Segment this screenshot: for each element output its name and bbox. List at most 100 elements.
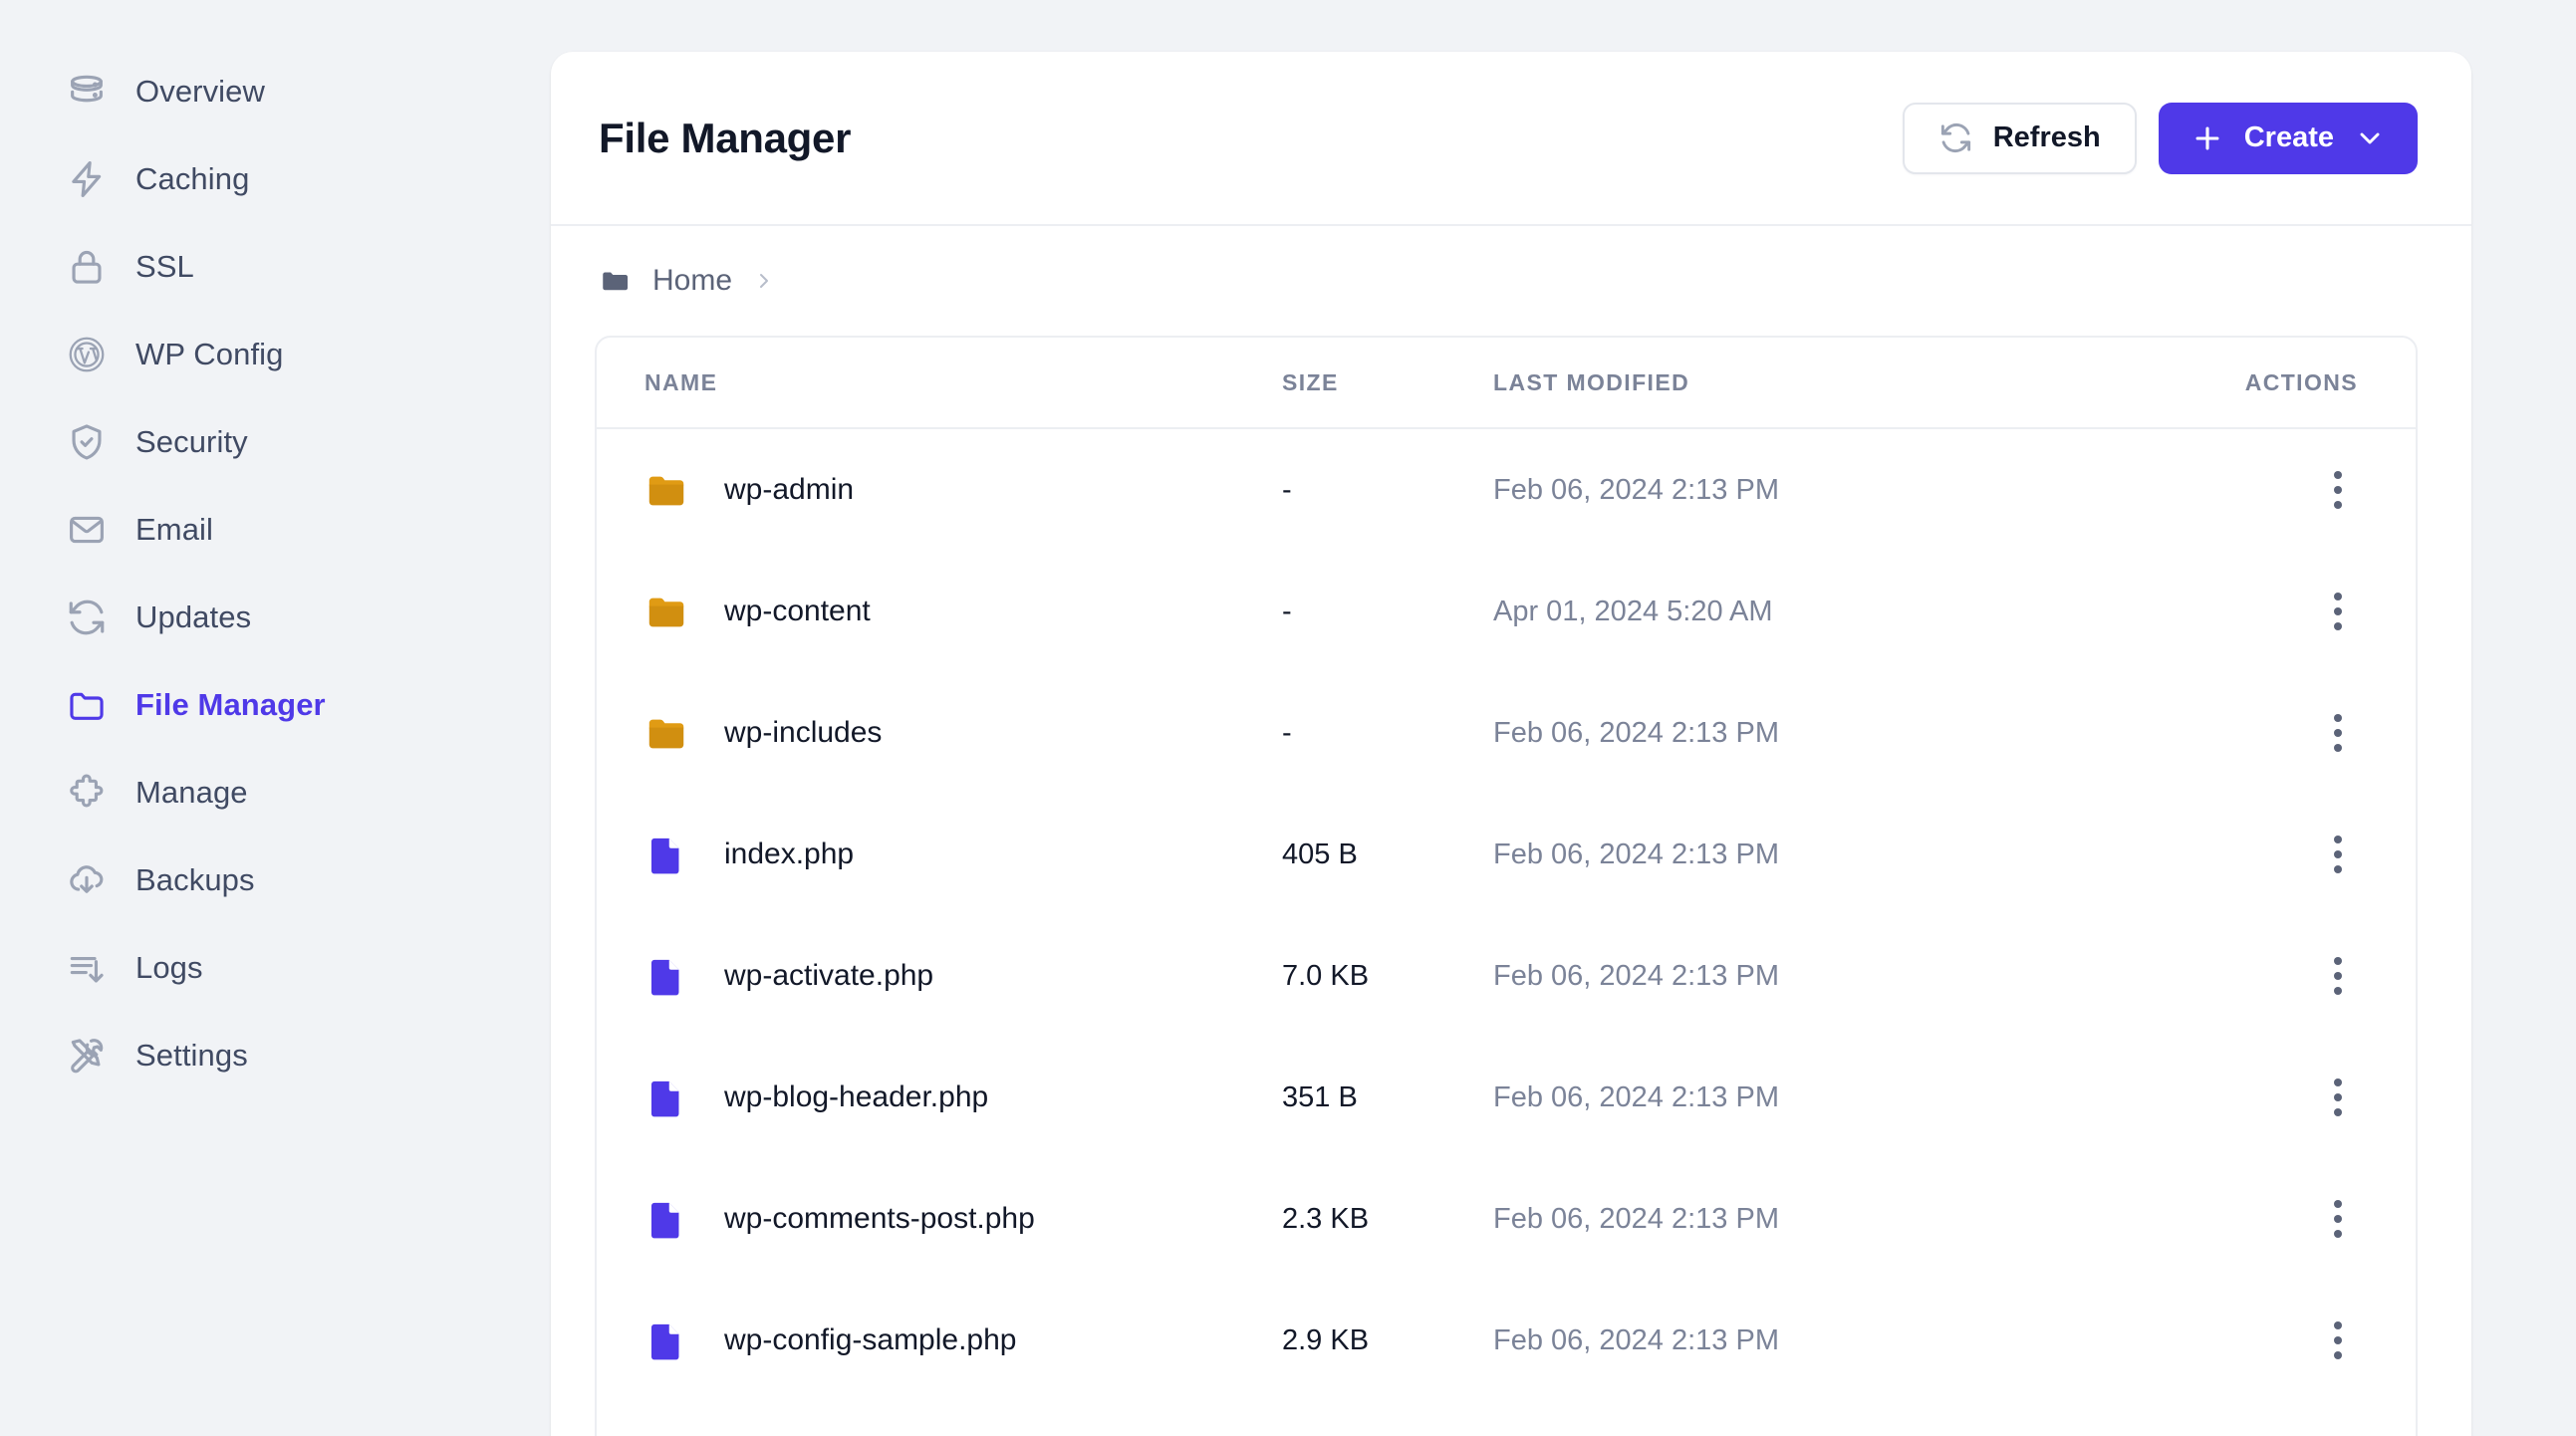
sidebar-item-label: Logs [135, 950, 203, 985]
column-header-actions: ACTIONS [2244, 368, 2358, 395]
card-header: File Manager Refresh Create [551, 52, 2471, 226]
column-header-name: NAME [644, 368, 718, 395]
file-name[interactable]: wp-content [724, 595, 871, 628]
sidebar-item-label: SSL [135, 249, 194, 284]
kebab-menu-icon[interactable] [2318, 1190, 2358, 1248]
column-header-size: SIZE [1282, 368, 1339, 395]
chevron-right-icon [752, 269, 776, 293]
file-icon [644, 833, 688, 876]
log-lines-icon [66, 947, 108, 989]
sidebar-item-label: Email [135, 512, 214, 547]
refresh-button[interactable]: Refresh [1902, 102, 2137, 174]
sidebar-item-label: Caching [135, 161, 250, 196]
file-last-modified: Feb 06, 2024 2:13 PM [1493, 838, 1779, 870]
kebab-menu-icon[interactable] [2318, 461, 2358, 519]
refresh-icon [1938, 120, 1973, 155]
server-icon [66, 71, 108, 113]
file-size: 7.0 KB [1282, 959, 1370, 992]
sidebar-item-wp-config[interactable]: WP Config [0, 311, 551, 398]
kebab-menu-icon[interactable] [2318, 1312, 2358, 1369]
sidebar-item-file-manager[interactable]: File Manager [0, 661, 551, 749]
table-row[interactable]: wp-config-sample.php 2.9 KB Feb 06, 2024 2… [597, 1280, 2416, 1401]
kebab-menu-icon[interactable] [2318, 1069, 2358, 1126]
sidebar: Overview Caching SSL WP Config Security Email… [0, 0, 551, 1436]
sidebar-item-label: File Manager [135, 687, 326, 722]
bolt-icon [66, 158, 108, 200]
file-icon [644, 1318, 688, 1362]
kebab-menu-icon[interactable] [2318, 826, 2358, 883]
table-row[interactable]: index.php 405 B Feb 06, 2024 2:13 PM [597, 794, 2416, 915]
table-row[interactable]: wp-activate.php 7.0 KB Feb 06, 2024 2:13 P… [597, 915, 2416, 1037]
table-row[interactable]: wp-blog-header.php 351 B Feb 06, 2024 2:13… [597, 1037, 2416, 1158]
page-title: File Manager [599, 114, 852, 161]
table-row[interactable]: wp-content - Apr 01, 2024 5:20 AM [597, 551, 2416, 672]
table-row[interactable]: wp-comments-post.php 2.3 KB Feb 06, 2024 2… [597, 1158, 2416, 1280]
sidebar-item-caching[interactable]: Caching [0, 135, 551, 223]
kebab-menu-icon[interactable] [2318, 583, 2358, 640]
file-size: - [1282, 716, 1292, 749]
main-content: File Manager Refresh Create Home NAME SI… [551, 0, 2576, 1436]
file-name[interactable]: wp-comments-post.php [724, 1202, 1035, 1236]
table-row[interactable]: wp-admin - Feb 06, 2024 2:13 PM [597, 429, 2416, 551]
sidebar-item-overview[interactable]: Overview [0, 48, 551, 135]
plus-icon [2190, 121, 2224, 155]
table-row[interactable]: wp-includes - Feb 06, 2024 2:13 PM [597, 672, 2416, 794]
sidebar-item-label: Backups [135, 862, 255, 897]
file-last-modified: Feb 06, 2024 2:13 PM [1493, 1323, 1779, 1356]
file-last-modified: Feb 06, 2024 2:13 PM [1493, 1202, 1779, 1235]
file-size: 2.9 KB [1282, 1323, 1370, 1356]
sidebar-item-security[interactable]: Security [0, 398, 551, 486]
create-button[interactable]: Create [2158, 102, 2418, 174]
file-size: - [1282, 595, 1292, 627]
kebab-menu-icon[interactable] [2318, 947, 2358, 1005]
table-body: wp-admin - Feb 06, 2024 2:13 PM wp-content -… [597, 429, 2416, 1401]
sidebar-item-label: Overview [135, 74, 265, 109]
file-size: 405 B [1282, 838, 1358, 870]
envelope-icon [66, 509, 108, 551]
wordpress-icon [66, 334, 108, 375]
breadcrumb-item-home[interactable]: Home [652, 264, 732, 298]
file-name[interactable]: wp-blog-header.php [724, 1080, 988, 1114]
sidebar-item-ssl[interactable]: SSL [0, 223, 551, 311]
file-name[interactable]: wp-includes [724, 716, 882, 750]
sidebar-item-settings[interactable]: Settings [0, 1012, 551, 1099]
sidebar-item-backups[interactable]: Backups [0, 837, 551, 924]
file-icon [644, 1076, 688, 1119]
file-last-modified: Feb 06, 2024 2:13 PM [1493, 959, 1779, 992]
file-table: NAME SIZE LAST MODIFIED ACTIONS wp-admin… [595, 336, 2418, 1436]
sidebar-item-manage[interactable]: Manage [0, 749, 551, 837]
file-icon [644, 954, 688, 998]
lock-icon [66, 246, 108, 288]
file-last-modified: Feb 06, 2024 2:13 PM [1493, 473, 1779, 506]
file-name[interactable]: wp-admin [724, 473, 854, 507]
file-last-modified: Feb 06, 2024 2:13 PM [1493, 1080, 1779, 1113]
breadcrumb: Home [551, 226, 2471, 336]
cloud-download-icon [66, 859, 108, 901]
sidebar-item-label: WP Config [135, 337, 284, 371]
chevron-down-icon[interactable] [2354, 122, 2386, 154]
table-header-row: NAME SIZE LAST MODIFIED ACTIONS [597, 338, 2416, 429]
sidebar-item-updates[interactable]: Updates [0, 574, 551, 661]
tools-icon [66, 1035, 108, 1077]
file-last-modified: Feb 06, 2024 2:13 PM [1493, 716, 1779, 749]
file-icon [644, 1197, 688, 1241]
file-size: 351 B [1282, 1080, 1358, 1113]
sidebar-item-label: Manage [135, 775, 248, 810]
sidebar-item-label: Settings [135, 1038, 248, 1073]
folder-icon [644, 468, 688, 512]
sidebar-item-email[interactable]: Email [0, 486, 551, 574]
file-last-modified: Apr 01, 2024 5:20 AM [1493, 595, 1773, 627]
file-size: 2.3 KB [1282, 1202, 1370, 1235]
folder-solid-icon [599, 264, 633, 298]
file-name[interactable]: index.php [724, 838, 854, 871]
refresh-icon [66, 597, 108, 638]
file-name[interactable]: wp-activate.php [724, 959, 933, 993]
sidebar-item-label: Updates [135, 599, 252, 634]
file-name[interactable]: wp-config-sample.php [724, 1323, 1016, 1357]
column-header-last-modified: LAST MODIFIED [1493, 368, 1690, 395]
puzzle-icon [66, 772, 108, 814]
sidebar-item-logs[interactable]: Logs [0, 924, 551, 1012]
refresh-button-label: Refresh [1992, 121, 2101, 153]
folder-icon [644, 590, 688, 633]
kebab-menu-icon[interactable] [2318, 704, 2358, 762]
